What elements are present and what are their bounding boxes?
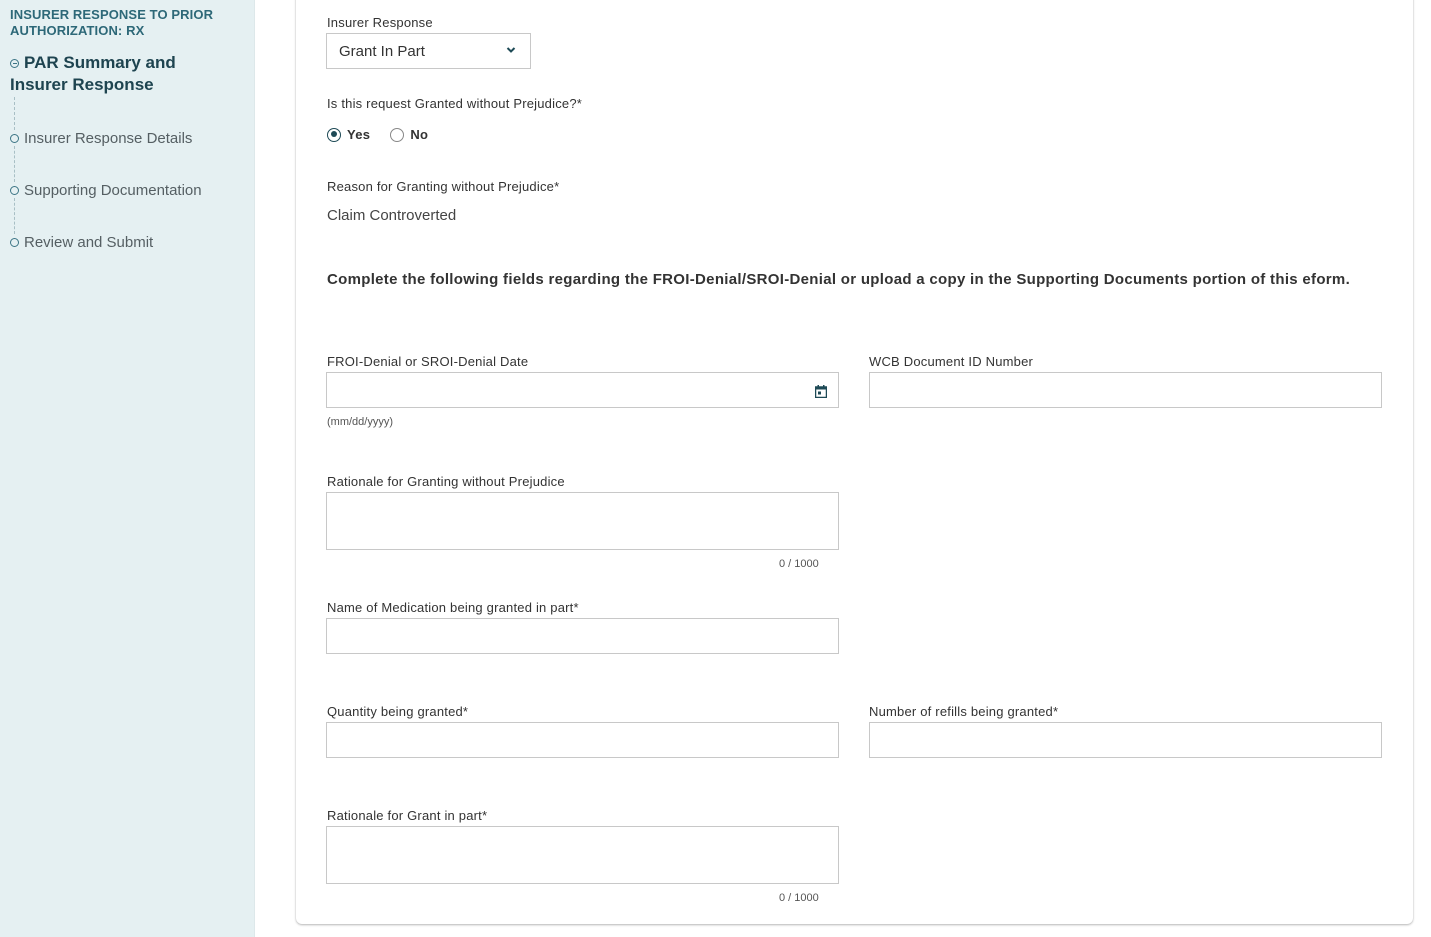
quantity-granted-label: Quantity being granted* bbox=[327, 704, 469, 719]
nav-connector bbox=[14, 97, 15, 130]
rationale-without-prejudice-char-count: 0 / 1000 bbox=[779, 558, 819, 570]
chevron-down-icon bbox=[506, 47, 516, 53]
reason-granting-value: Claim Controverted bbox=[327, 207, 457, 224]
rationale-grant-in-part-textarea[interactable] bbox=[326, 826, 839, 884]
circle-minus-icon bbox=[10, 59, 19, 68]
rationale-grant-in-part-label: Rationale for Grant in part* bbox=[327, 808, 488, 823]
sidebar-item-review-submit[interactable]: Review and Submit bbox=[10, 233, 153, 253]
sidebar-item-supporting-documentation[interactable]: Supporting Documentation bbox=[10, 181, 202, 201]
instruction-text: Complete the following fields regarding … bbox=[327, 271, 1351, 288]
radio-checked-icon bbox=[327, 127, 341, 142]
refills-granted-input[interactable] bbox=[869, 722, 1382, 758]
sidebar-item-insurer-response-details[interactable]: Insurer Response Details bbox=[10, 129, 192, 149]
circle-outline-icon bbox=[10, 238, 19, 247]
sidebar-item-label: Insurer Response Details bbox=[24, 130, 193, 147]
refills-granted-label: Number of refills being granted* bbox=[869, 704, 1059, 719]
radio-no-label: No bbox=[410, 127, 429, 142]
rationale-without-prejudice-label: Rationale for Granting without Prejudice bbox=[327, 474, 565, 489]
sidebar-item-par-summary[interactable]: PAR Summary and Insurer Response bbox=[10, 52, 210, 96]
sidebar-item-label: PAR Summary and Insurer Response bbox=[10, 53, 176, 94]
rationale-without-prejudice-textarea[interactable] bbox=[326, 492, 839, 550]
sidebar-title: INSURER RESPONSE TO PRIOR AUTHORIZATION:… bbox=[10, 7, 214, 38]
radio-yes-label: Yes bbox=[347, 127, 371, 142]
reason-granting-label: Reason for Granting without Prejudice* bbox=[327, 179, 560, 194]
granted-without-prejudice-radio-group: Yes No bbox=[327, 127, 428, 142]
medication-name-input[interactable] bbox=[326, 618, 839, 654]
wcb-document-id-label: WCB Document ID Number bbox=[869, 354, 1034, 369]
radio-unchecked-icon bbox=[390, 127, 405, 142]
nav-connector bbox=[14, 198, 15, 234]
radio-no[interactable]: No bbox=[390, 127, 428, 142]
denial-date-hint: (mm/dd/yyyy) bbox=[327, 416, 393, 428]
insurer-response-label: Insurer Response bbox=[327, 15, 433, 30]
denial-date-label: FROI-Denial or SROI-Denial Date bbox=[327, 354, 529, 369]
quantity-granted-input[interactable] bbox=[326, 722, 839, 758]
insurer-response-value: Grant In Part bbox=[339, 43, 425, 60]
denial-date-input[interactable] bbox=[326, 372, 839, 408]
form-card bbox=[296, 0, 1413, 924]
circle-outline-icon bbox=[10, 134, 19, 143]
medication-name-label: Name of Medication being granted in part… bbox=[327, 600, 579, 615]
rationale-grant-in-part-char-count: 0 / 1000 bbox=[779, 892, 819, 904]
sidebar-nav: INSURER RESPONSE TO PRIOR AUTHORIZATION:… bbox=[0, 0, 255, 937]
page: INSURER RESPONSE TO PRIOR AUTHORIZATION:… bbox=[0, 0, 1431, 937]
granted-without-prejudice-label: Is this request Granted without Prejudic… bbox=[327, 96, 583, 111]
sidebar-item-label: Supporting Documentation bbox=[24, 182, 202, 199]
radio-yes[interactable]: Yes bbox=[327, 127, 370, 142]
wcb-document-id-input[interactable] bbox=[869, 372, 1382, 408]
insurer-response-select[interactable]: Grant In Part bbox=[326, 33, 531, 69]
circle-outline-icon bbox=[10, 186, 19, 195]
calendar-icon[interactable] bbox=[815, 385, 827, 398]
nav-connector bbox=[14, 146, 15, 182]
sidebar-item-label: Review and Submit bbox=[24, 234, 154, 251]
